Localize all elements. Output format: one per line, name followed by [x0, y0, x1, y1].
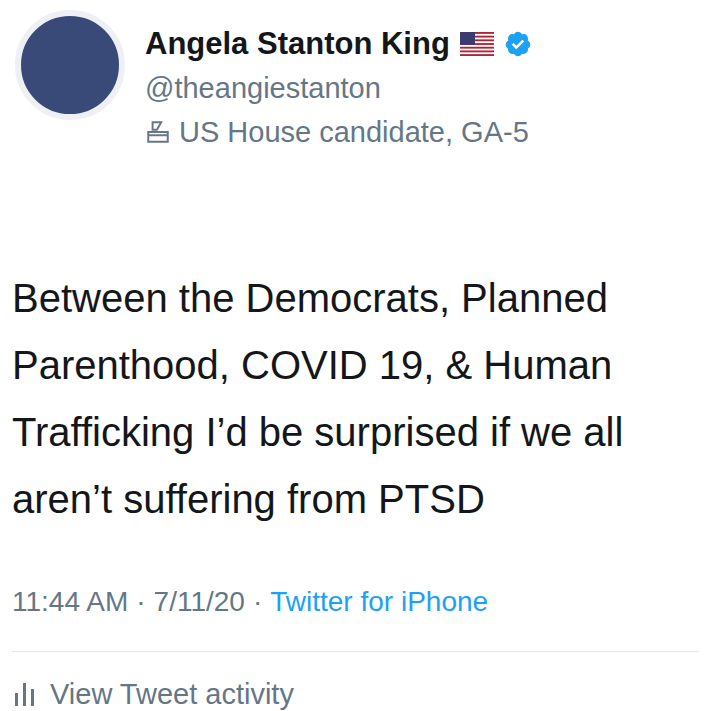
- tweet-source[interactable]: Twitter for iPhone: [270, 582, 488, 622]
- tweet-time: 11:44 AM: [12, 582, 128, 622]
- tweet-date: 7/11/20: [154, 582, 245, 622]
- author-name[interactable]: Angela Stanton King: [145, 22, 450, 66]
- tweet-header: Angela Stanton King@theangiestantonUS Ho…: [0, 0, 711, 154]
- view-activity-label[interactable]: View Tweet activity: [50, 674, 294, 711]
- activity-bars-icon: [14, 681, 36, 707]
- verified-badge-icon: [504, 30, 532, 58]
- avatar[interactable]: [15, 10, 125, 120]
- tweet-text: Between the Democrats, Planned Parenthoo…: [0, 265, 711, 533]
- tweet-meta: 11:44 AM·7/11/20·Twitter for iPhone: [12, 582, 699, 652]
- ballot-box-icon: [145, 119, 171, 145]
- us-flag-icon: [460, 32, 494, 56]
- author-label-row: US House candidate, GA-5: [145, 110, 532, 154]
- meta-separator: ·: [136, 582, 145, 622]
- view-activity-button[interactable]: View Tweet activity: [0, 674, 711, 711]
- author-info: Angela Stanton King@theangiestantonUS Ho…: [125, 10, 532, 154]
- meta-separator: ·: [253, 582, 262, 622]
- author-name-row: Angela Stanton King: [145, 22, 532, 66]
- author-handle[interactable]: @theangiestanton: [145, 66, 532, 110]
- author-label: US House candidate, GA-5: [179, 110, 529, 154]
- tweet-screen: Angela Stanton King@theangiestantonUS Ho…: [0, 0, 711, 711]
